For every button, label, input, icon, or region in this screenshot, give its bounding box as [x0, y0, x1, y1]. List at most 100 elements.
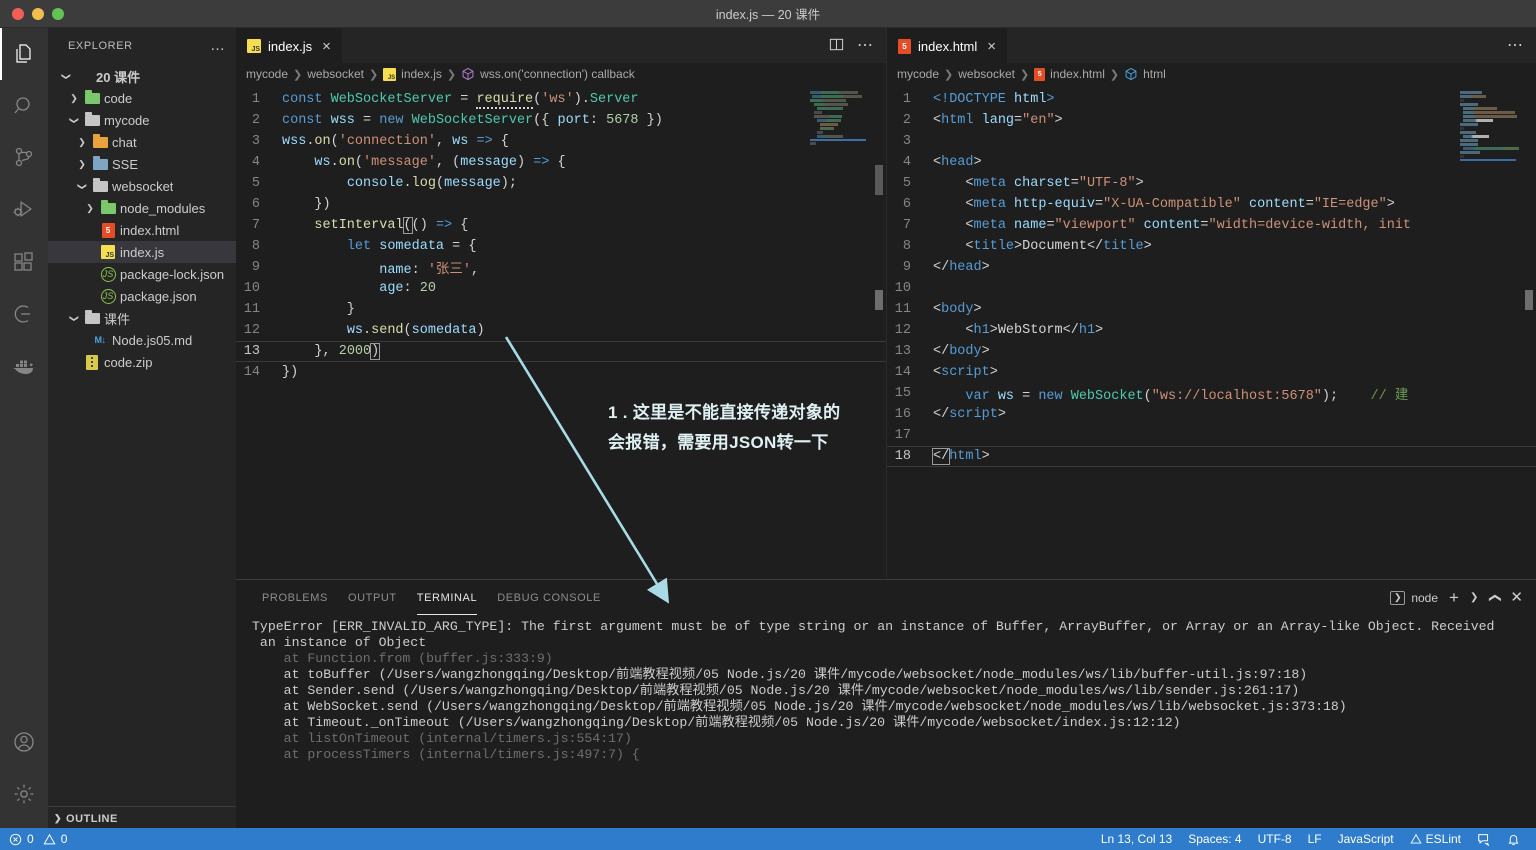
- code-line[interactable]: 2 <html lang="en">: [887, 110, 1536, 131]
- tree-item-code.zip[interactable]: code.zip: [48, 351, 236, 373]
- code-line[interactable]: 8 <title>Document</title>: [887, 236, 1536, 257]
- tree-item-mycode[interactable]: ❯ mycode: [48, 109, 236, 131]
- code-line[interactable]: 9 name: '张三',: [236, 257, 886, 278]
- code-line[interactable]: 10 age: 20: [236, 278, 886, 299]
- code-line[interactable]: 11 }: [236, 299, 886, 320]
- code-editor-left[interactable]: 1 const WebSocketServer = require('ws').S…: [236, 85, 886, 579]
- code-line[interactable]: 3: [887, 131, 1536, 152]
- tree-item-node_modules[interactable]: ❯ node_modules: [48, 197, 236, 219]
- maximize-window-button[interactable]: [52, 7, 64, 20]
- maximize-panel-icon[interactable]: ❯: [1487, 592, 1501, 602]
- close-tab-button[interactable]: ×: [987, 39, 996, 54]
- code-line[interactable]: 11 <body>: [887, 299, 1536, 320]
- code-line[interactable]: 16 </script>: [887, 404, 1536, 425]
- activity-extensions[interactable]: [0, 236, 48, 288]
- code-line[interactable]: 4 <head>: [887, 152, 1536, 173]
- status-cursor-position[interactable]: Ln 13, Col 13: [1093, 828, 1180, 850]
- code-line[interactable]: 13 }, 2000): [236, 341, 886, 362]
- breadcrumb-item-2[interactable]: index.html: [1050, 67, 1105, 81]
- code-line[interactable]: 7 setInterval(() => {: [236, 215, 886, 236]
- tree-item-[interactable]: ❯ 课件: [48, 307, 236, 329]
- outline-section-header[interactable]: ❯ OUTLINE: [48, 806, 236, 830]
- breadcrumb-left[interactable]: mycode ❯ websocket ❯ JS index.js ❯ wss.o…: [236, 63, 886, 85]
- activity-explorer[interactable]: [0, 28, 48, 80]
- scrollbar-right[interactable]: [1522, 85, 1536, 579]
- status-encoding[interactable]: UTF-8: [1250, 828, 1300, 850]
- status-eslint[interactable]: ESLint: [1402, 828, 1469, 850]
- status-eol[interactable]: LF: [1300, 828, 1330, 850]
- tree-item-code[interactable]: ❯ code: [48, 87, 236, 109]
- code-line[interactable]: 3 wss.on('connection', ws => {: [236, 131, 886, 152]
- more-actions-icon[interactable]: ⋯: [1507, 37, 1523, 53]
- tree-item-chat[interactable]: ❯ chat: [48, 131, 236, 153]
- activity-search[interactable]: [0, 80, 48, 132]
- chevron-down-icon[interactable]: ❯: [1470, 592, 1478, 603]
- code-editor-right[interactable]: 1 <!DOCTYPE html> 2 <html lang="en"> 3 4 <head…: [887, 85, 1536, 579]
- code-line[interactable]: 18 </html>: [887, 446, 1536, 467]
- activity-manage[interactable]: [0, 768, 48, 820]
- tree-item-index.js[interactable]: JS index.js: [48, 241, 236, 263]
- code-line[interactable]: 7 <meta name="viewport" content="width=d…: [887, 215, 1536, 236]
- code-line[interactable]: 17: [887, 425, 1536, 446]
- explorer-more-icon[interactable]: …: [210, 38, 226, 53]
- code-line[interactable]: 15 var ws = new WebSocket("ws://localhos…: [887, 383, 1536, 404]
- scrollbar-left[interactable]: [872, 85, 886, 579]
- close-tab-button[interactable]: ×: [322, 39, 331, 54]
- scrollbar-thumb[interactable]: [875, 165, 883, 195]
- breadcrumb-right[interactable]: mycode ❯ websocket ❯ 5 index.html ❯ html: [887, 63, 1536, 85]
- minimap-left[interactable]: [810, 91, 868, 146]
- minimize-window-button[interactable]: [32, 7, 44, 20]
- breadcrumb-item-2[interactable]: index.js: [401, 67, 442, 81]
- more-actions-icon[interactable]: ⋯: [857, 37, 873, 53]
- code-line[interactable]: 1 <!DOCTYPE html>: [887, 89, 1536, 110]
- activity-docker[interactable]: [0, 340, 48, 392]
- code-line[interactable]: 14 <script>: [887, 362, 1536, 383]
- tree-item-package.json[interactable]: JS package.json: [48, 285, 236, 307]
- tree-item-node.js05.md[interactable]: M↓ Node.js05.md: [48, 329, 236, 351]
- code-line[interactable]: 4 ws.on('message', (message) => {: [236, 152, 886, 173]
- code-line[interactable]: 6 <meta http-equiv="X-UA-Compatible" con…: [887, 194, 1536, 215]
- code-line[interactable]: 8 let somedata = {: [236, 236, 886, 257]
- tree-item-index.html[interactable]: 5 index.html: [48, 219, 236, 241]
- code-line[interactable]: 2 const wss = new WebSocketServer({ port:…: [236, 110, 886, 131]
- code-line[interactable]: 9 </head>: [887, 257, 1536, 278]
- code-line[interactable]: 6 }): [236, 194, 886, 215]
- tree-item-package-lock.json[interactable]: JS package-lock.json: [48, 263, 236, 285]
- tab-index-js[interactable]: JS index.js ×: [236, 28, 343, 63]
- activity-accounts[interactable]: [0, 716, 48, 768]
- status-feedback[interactable]: [1469, 828, 1499, 850]
- status-indentation[interactable]: Spaces: 4: [1180, 828, 1249, 850]
- minimap-right[interactable]: [1460, 91, 1519, 162]
- breadcrumb-item-3[interactable]: html: [1143, 67, 1166, 81]
- terminal-selector[interactable]: ❯ node: [1390, 590, 1438, 605]
- breadcrumb-item-1[interactable]: websocket: [307, 67, 364, 81]
- status-problems[interactable]: 0 0: [0, 832, 67, 846]
- close-panel-icon[interactable]: ✕: [1510, 590, 1523, 605]
- code-line[interactable]: 1 const WebSocketServer = require('ws').S…: [236, 89, 886, 110]
- tree-item-websocket[interactable]: ❯ websocket: [48, 175, 236, 197]
- code-line[interactable]: 5 console.log(message);: [236, 173, 886, 194]
- code-line[interactable]: 14}): [236, 362, 886, 383]
- status-notifications[interactable]: [1499, 828, 1528, 850]
- status-language-mode[interactable]: JavaScript: [1330, 828, 1402, 850]
- code-line[interactable]: 10: [887, 278, 1536, 299]
- code-line[interactable]: 5 <meta charset="UTF-8">: [887, 173, 1536, 194]
- split-editor-icon[interactable]: [829, 37, 844, 54]
- file-tree[interactable]: ❯ 20 课件 ❯ code ❯ mycode ❯ chat ❯ SSE ❯ websocket ❯ no…: [48, 63, 236, 806]
- tab-problems[interactable]: PROBLEMS: [252, 580, 338, 615]
- tab-debug-console[interactable]: DEBUG CONSOLE: [487, 580, 611, 615]
- breadcrumb-item-0[interactable]: mycode: [897, 67, 939, 81]
- window-controls[interactable]: [0, 7, 64, 20]
- terminal-output[interactable]: TypeError [ERR_INVALID_ARG_TYPE]: The fi…: [236, 615, 1536, 763]
- activity-remote-explorer[interactable]: [0, 288, 48, 340]
- tab-terminal[interactable]: TERMINAL: [407, 580, 487, 615]
- activity-run-debug[interactable]: [0, 184, 48, 236]
- tree-item-20[interactable]: ❯ 20 课件: [48, 65, 236, 87]
- breadcrumb-item-3[interactable]: wss.on('connection') callback: [480, 67, 635, 81]
- tree-item-sse[interactable]: ❯ SSE: [48, 153, 236, 175]
- tab-output[interactable]: OUTPUT: [338, 580, 407, 615]
- code-line[interactable]: 13 </body>: [887, 341, 1536, 362]
- breadcrumb-item-0[interactable]: mycode: [246, 67, 288, 81]
- activity-source-control[interactable]: [0, 132, 48, 184]
- code-line[interactable]: 12 <h1>WebStorm</h1>: [887, 320, 1536, 341]
